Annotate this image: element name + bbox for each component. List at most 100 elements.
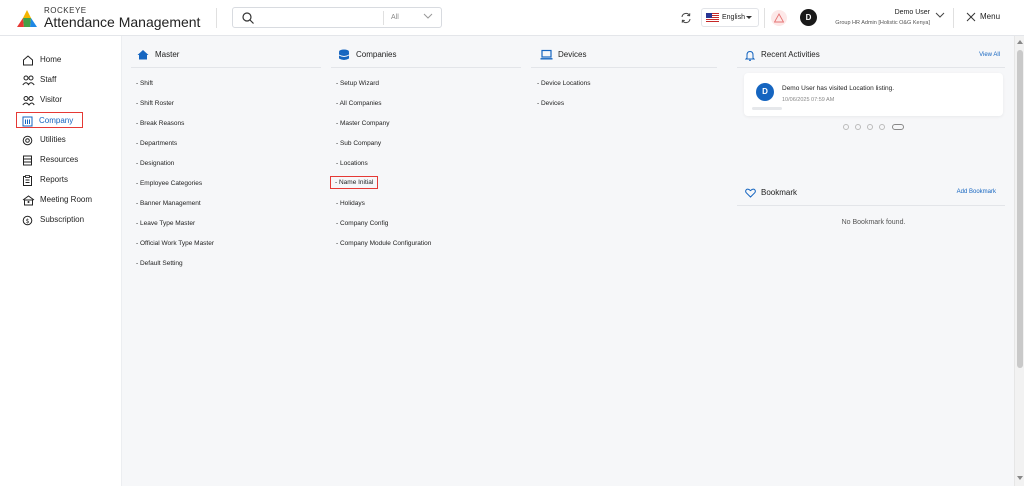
menu-link-company-module-configuration[interactable]: - Company Module Configuration xyxy=(336,239,431,248)
bookmark-title: Bookmark xyxy=(745,188,797,198)
menu-link-devices[interactable]: - Devices xyxy=(537,99,564,108)
user-name[interactable]: Demo User xyxy=(820,9,930,16)
scrollbar[interactable] xyxy=(1014,36,1024,486)
menu-link-default-setting[interactable]: - Default Setting xyxy=(136,259,183,268)
sidebar-item-label: Home xyxy=(40,55,62,64)
reports-icon xyxy=(23,175,32,186)
home-icon xyxy=(137,50,149,60)
language-select[interactable]: English xyxy=(701,8,759,27)
header-divider xyxy=(764,8,765,28)
sidebar-item-utilities[interactable]: Utilities xyxy=(20,132,66,148)
add-bookmark-link[interactable]: Add Bookmark xyxy=(940,189,996,195)
section-divider xyxy=(131,67,321,68)
header-divider xyxy=(953,8,954,28)
caret-down-icon xyxy=(746,16,752,19)
staff-icon xyxy=(22,75,35,86)
master-section-title: Master xyxy=(137,50,179,60)
laptop-icon xyxy=(540,49,553,60)
database-icon xyxy=(339,49,349,60)
menu-link-company-config[interactable]: - Company Config xyxy=(336,219,388,228)
menu-link-holidays[interactable]: - Holidays xyxy=(336,199,365,208)
activity-card[interactable]: D Demo User has visited Location listing… xyxy=(744,73,1003,116)
carousel-dot[interactable] xyxy=(867,124,873,130)
menu-link-setup-wizard[interactable]: - Setup Wizard xyxy=(336,79,379,88)
heart-icon xyxy=(745,188,756,198)
scroll-up-arrow-icon[interactable] xyxy=(1017,40,1023,44)
menu-link-employee-categories[interactable]: - Employee Categories xyxy=(136,179,202,188)
sidebar-item-reports[interactable]: Reports xyxy=(20,172,68,188)
chevron-down-icon[interactable] xyxy=(935,12,945,18)
user-role: Group HR Admin [Holistic O&G Kenya] xyxy=(835,20,930,26)
search-divider xyxy=(383,11,384,25)
menu-link-official-work-type-master[interactable]: - Official Work Type Master xyxy=(136,239,214,248)
carousel-dot[interactable] xyxy=(843,124,849,130)
section-divider xyxy=(331,67,521,68)
section-divider xyxy=(737,205,1005,206)
top-bar: ROCKEYE Attendance Management All Englis… xyxy=(0,0,1024,36)
search-input[interactable] xyxy=(261,10,381,26)
menu-link-banner-management[interactable]: - Banner Management xyxy=(136,199,201,208)
activity-text: Demo User has visited Location listing. xyxy=(782,85,894,92)
close-icon xyxy=(966,12,976,22)
warning-icon xyxy=(774,13,784,23)
menu-link-name-initial[interactable]: - Name Initial xyxy=(330,176,379,189)
devices-section-title: Devices xyxy=(540,49,586,60)
carousel-dot-active[interactable] xyxy=(892,124,904,130)
company-icon xyxy=(22,116,33,127)
menu-link-all-companies[interactable]: - All Companies xyxy=(336,99,382,108)
sidebar-item-label: Meeting Room xyxy=(40,195,93,204)
search-scope-select[interactable]: All xyxy=(387,8,443,27)
header-divider xyxy=(216,8,217,28)
sidebar-item-label: Visitor xyxy=(40,95,63,104)
sidebar-item-subscription[interactable]: $ Subscription xyxy=(20,212,84,228)
avatar-shadow xyxy=(752,107,782,110)
menu-link-sub-company[interactable]: - Sub Company xyxy=(336,139,381,148)
search-bar[interactable]: All xyxy=(232,7,442,28)
menu-button[interactable]: Menu xyxy=(966,12,1001,22)
resources-icon xyxy=(23,155,32,166)
menu-link-leave-type-master[interactable]: - Leave Type Master xyxy=(136,219,195,228)
bell-icon xyxy=(745,50,755,61)
refresh-icon[interactable] xyxy=(680,12,692,24)
scroll-down-arrow-icon[interactable] xyxy=(1017,476,1023,480)
subscription-icon: $ xyxy=(22,215,33,226)
menu-link-device-locations[interactable]: - Device Locations xyxy=(537,79,590,88)
menu-label: Menu xyxy=(980,12,1001,21)
sidebar-item-home[interactable]: Home xyxy=(20,52,61,68)
sidebar-item-label: Subscription xyxy=(40,215,85,224)
search-scope-value: All xyxy=(391,14,399,21)
visitor-icon xyxy=(22,96,35,106)
svg-text:$: $ xyxy=(26,218,30,225)
sidebar: Home Staff Visitor Company Utilities Res… xyxy=(0,36,122,486)
sidebar-item-meeting-room[interactable]: Meeting Room xyxy=(20,192,92,208)
menu-link-designation[interactable]: - Designation xyxy=(136,159,174,168)
sidebar-item-label: Company xyxy=(39,116,74,125)
menu-link-break-reasons[interactable]: - Break Reasons xyxy=(136,119,184,128)
home-icon xyxy=(23,55,33,66)
sidebar-item-visitor[interactable]: Visitor xyxy=(20,92,62,108)
sidebar-item-label: Utilities xyxy=(40,135,66,144)
scroll-thumb[interactable] xyxy=(1017,50,1023,368)
sidebar-item-resources[interactable]: Resources xyxy=(20,152,78,168)
sidebar-item-staff[interactable]: Staff xyxy=(20,72,56,88)
menu-link-shift-roster[interactable]: - Shift Roster xyxy=(136,99,174,108)
menu-link-shift[interactable]: - Shift xyxy=(136,79,153,88)
sidebar-item-label: Resources xyxy=(40,155,79,164)
language-value: English xyxy=(722,14,745,21)
section-divider xyxy=(737,67,1005,68)
search-icon[interactable] xyxy=(241,11,255,25)
menu-link-departments[interactable]: - Departments xyxy=(136,139,177,148)
sidebar-item-label: Staff xyxy=(40,75,57,84)
rockeye-logo-icon xyxy=(17,9,37,27)
menu-link-master-company[interactable]: - Master Company xyxy=(336,119,389,128)
alert-button[interactable] xyxy=(771,10,787,26)
view-all-link[interactable]: View All xyxy=(960,52,1000,58)
activity-timestamp: 10/06/2025 07:59 AM xyxy=(782,97,835,103)
no-bookmark-text: No Bookmark found. xyxy=(841,219,906,226)
menu-link-locations[interactable]: - Locations xyxy=(336,159,368,168)
us-flag-icon xyxy=(706,13,719,22)
sidebar-item-company[interactable]: Company xyxy=(16,112,83,128)
carousel-dot[interactable] xyxy=(855,124,861,130)
carousel-dot[interactable] xyxy=(879,124,885,130)
sidebar-item-label: Reports xyxy=(40,175,69,184)
